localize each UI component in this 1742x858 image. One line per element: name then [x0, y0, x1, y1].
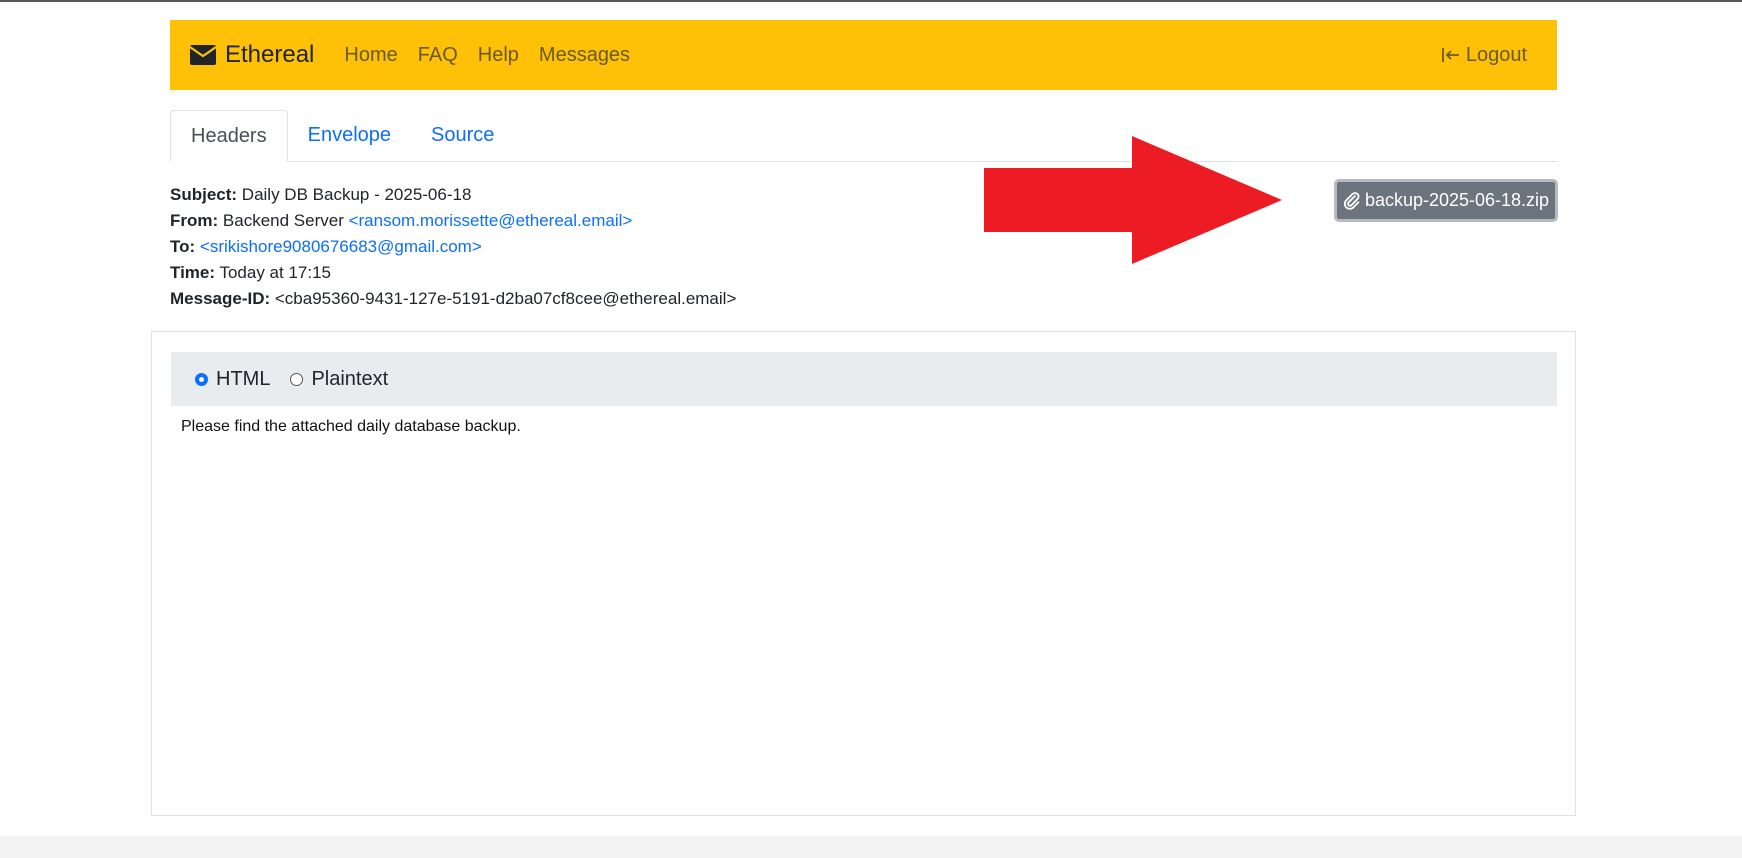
to-row: To: <srikishore9080676683@gmail.com> — [170, 234, 736, 260]
from-row: From: Backend Server <ransom.morissette@… — [170, 208, 736, 234]
red-arrow-annotation — [984, 136, 1282, 264]
brand-link[interactable]: Ethereal — [190, 41, 314, 69]
message-tabs: Headers Envelope Source — [170, 110, 1557, 162]
time-value: Today at 17:15 — [219, 263, 331, 282]
format-plaintext-label: Plaintext — [311, 367, 389, 390]
format-html-option[interactable]: HTML — [195, 368, 270, 391]
envelope-icon — [190, 45, 216, 65]
radio-html[interactable] — [195, 372, 208, 386]
brand-name: Ethereal — [225, 41, 315, 68]
nav-links: Home FAQ Help Messages — [344, 44, 650, 67]
message-headers: Subject: Daily DB Backup - 2025-06-18 Fr… — [170, 182, 736, 312]
subject-value: Daily DB Backup - 2025-06-18 — [241, 185, 472, 204]
nav-home[interactable]: Home — [344, 44, 397, 67]
from-name: Backend Server — [222, 211, 344, 230]
top-border — [0, 0, 1742, 2]
message-id-label: Message-ID: — [170, 289, 271, 308]
logout-label: Logout — [1465, 43, 1527, 66]
navbar: Ethereal Home FAQ Help Messages Logout — [170, 20, 1557, 90]
format-plaintext-option[interactable]: Plaintext — [290, 368, 388, 391]
page-footer — [0, 836, 1742, 858]
attachment-filename: backup-2025-06-18.zip — [1364, 190, 1550, 210]
tab-source[interactable]: Source — [411, 110, 514, 161]
subject-label: Subject: — [170, 185, 238, 204]
subject-row: Subject: Daily DB Backup - 2025-06-18 — [170, 182, 736, 208]
nav-help[interactable]: Help — [478, 44, 519, 67]
logout-icon — [1441, 48, 1459, 62]
from-email-link[interactable]: <ransom.morissette@ethereal.email> — [349, 211, 633, 230]
to-label: To: — [170, 237, 196, 256]
time-label: Time: — [170, 263, 216, 282]
tab-headers[interactable]: Headers — [170, 110, 288, 162]
time-row: Time: Today at 17:15 — [170, 260, 736, 286]
message-body-text: Please find the attached daily database … — [181, 418, 521, 435]
message-body-card: HTML Plaintext Please find the attached … — [151, 331, 1576, 816]
paperclip-icon — [1343, 191, 1360, 210]
format-html-label: HTML — [216, 367, 271, 390]
attachment-download-button[interactable]: backup-2025-06-18.zip — [1334, 179, 1558, 222]
format-toggle-bar: HTML Plaintext — [171, 352, 1557, 406]
logout-link[interactable]: Logout — [1441, 44, 1527, 67]
tab-envelope[interactable]: Envelope — [288, 110, 411, 161]
nav-faq[interactable]: FAQ — [418, 44, 458, 67]
to-email-link[interactable]: <srikishore9080676683@gmail.com> — [200, 237, 482, 256]
message-id-value: <cba95360-9431-127e-5191-d2ba07cf8cee@et… — [274, 289, 737, 308]
from-label: From: — [170, 211, 219, 230]
nav-messages[interactable]: Messages — [539, 44, 630, 67]
radio-plaintext[interactable] — [290, 372, 304, 386]
message-id-row: Message-ID: <cba95360-9431-127e-5191-d2b… — [170, 286, 736, 312]
